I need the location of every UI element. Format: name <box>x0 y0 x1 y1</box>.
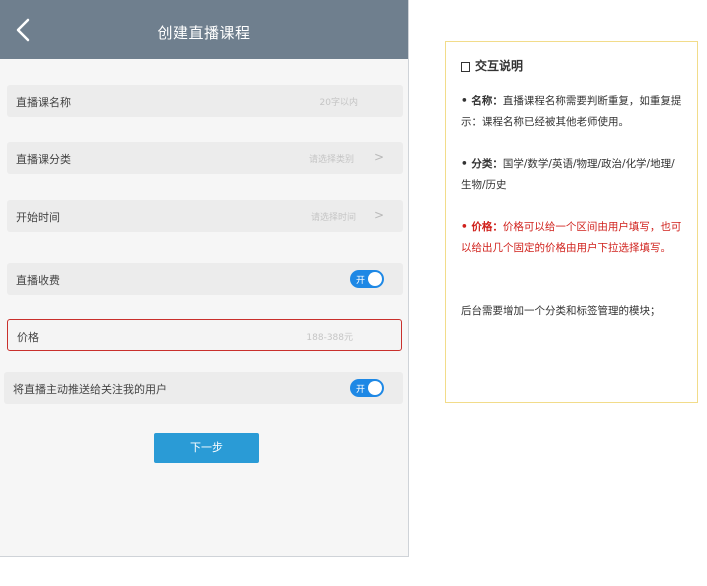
note-name: • 名称：直播课程名称需要判断重复，如重复提示：课程名称已经被其他老师使用。 <box>461 91 685 133</box>
next-step-button[interactable]: 下一步 <box>154 433 259 463</box>
toggle-knob <box>368 272 382 286</box>
course-category-placeholder: 请选择类别 <box>308 155 354 165</box>
interaction-notes-panel: 交互说明 • 名称：直播课程名称需要判断重复，如重复提示：课程名称已经被其他老师… <box>445 41 698 403</box>
charge-toggle[interactable]: 开 <box>350 270 384 288</box>
course-name-label: 直播课名称 <box>16 96 71 109</box>
header-bar: 创建直播课程 <box>0 0 408 59</box>
course-name-field[interactable]: 直播课名称 20字以内 <box>7 85 403 117</box>
start-time-select[interactable]: 开始时间 请选择时间 > <box>7 200 403 232</box>
charge-row: 直播收费 开 <box>7 263 403 295</box>
page-title: 创建直播课程 <box>157 24 251 42</box>
course-name-placeholder: 20字以内 <box>319 98 358 108</box>
note-price-head: • 价格： <box>461 221 503 233</box>
course-category-label: 直播课分类 <box>16 153 71 166</box>
price-field[interactable]: 价格 188-388元 <box>7 319 402 351</box>
note-price: • 价格：价格可以给一个区间由用户填写，也可以给出几个固定的价格由用户下拉选择填… <box>461 217 685 259</box>
push-label: 将直播主动推送给关注我的用户 <box>13 383 167 396</box>
toggle-on-text: 开 <box>356 385 366 395</box>
chevron-right-icon: > <box>373 150 384 164</box>
toggle-on-text: 开 <box>356 276 366 286</box>
start-time-placeholder: 请选择时间 <box>310 213 356 223</box>
toggle-knob <box>368 381 382 395</box>
note-category: • 分类：国学/数学/英语/物理/政治/化学/地理/生物/历史 <box>461 154 685 196</box>
course-category-select[interactable]: 直播课分类 请选择类别 > <box>7 142 403 174</box>
notes-title-text: 交互说明 <box>475 59 524 73</box>
checkbox-icon <box>461 61 470 72</box>
chevron-right-icon: > <box>373 208 384 222</box>
price-label: 价格 <box>17 331 39 344</box>
phone-panel: 创建直播课程 直播课名称 20字以内 直播课分类 请选择类别 > 开始时间 请选… <box>0 0 409 557</box>
charge-label: 直播收费 <box>16 274 60 287</box>
push-toggle[interactable]: 开 <box>350 379 384 397</box>
note-footer: 后台需要增加一个分类和标签管理的模块； <box>461 305 661 317</box>
notes-title: 交互说明 <box>461 56 685 77</box>
note-category-head: • 分类： <box>461 158 503 170</box>
note-name-head: • 名称： <box>461 95 503 107</box>
price-placeholder: 188-388元 <box>306 333 353 343</box>
start-time-label: 开始时间 <box>16 211 60 224</box>
push-row: 将直播主动推送给关注我的用户 开 <box>4 372 403 404</box>
